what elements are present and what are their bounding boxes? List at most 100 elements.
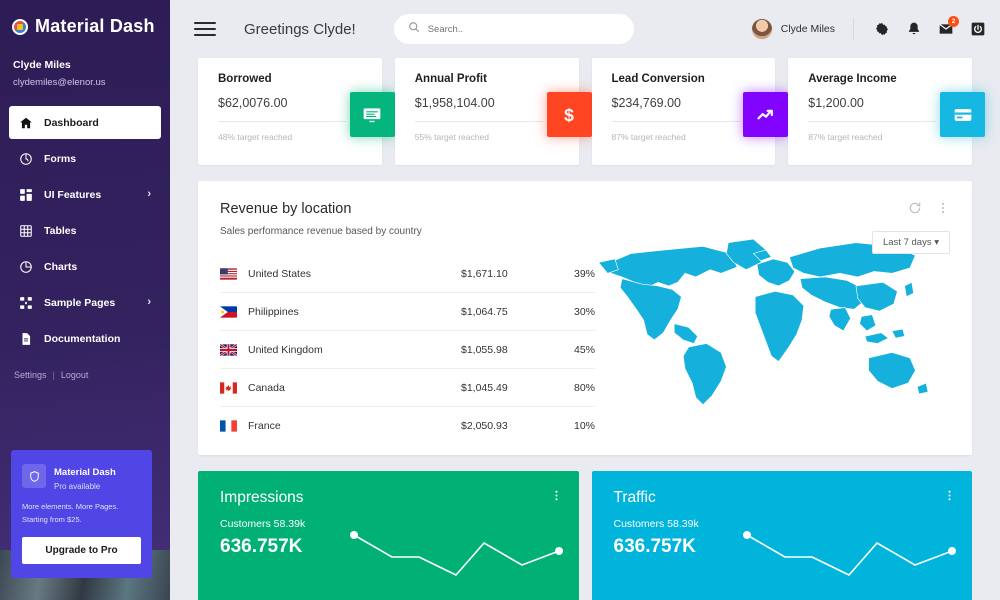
stat-value: $1,200.00 — [808, 96, 956, 110]
country-amount: $1,055.98 — [461, 344, 551, 356]
sidebar-user-block: Clyde Miles clydemiles@elenor.us — [0, 37, 170, 98]
monitor-icon — [350, 92, 395, 137]
sidebar-item-dashboard[interactable]: Dashboard — [9, 106, 161, 139]
sidebar-item-label: Dashboard — [44, 117, 99, 129]
country-name: Philippines — [248, 306, 461, 318]
sidebar-item-documentation[interactable]: Documentation — [9, 322, 161, 355]
main-area: Greetings Clyde! Clyde Miles — [170, 0, 1000, 600]
sidebar-item-ui-features[interactable]: UI Features › — [9, 178, 161, 211]
envelope-badge: 2 — [948, 16, 959, 27]
forms-icon — [19, 152, 33, 166]
brand-name: Material Dash — [35, 16, 155, 37]
table-row[interactable]: Philippines $1,064.75 30% — [220, 293, 595, 331]
traffic-card: Traffic Customers 58.39k 636.757K — [592, 471, 973, 600]
country-percent: 39% — [551, 268, 595, 280]
dollar-icon: $ — [547, 92, 592, 137]
table-row[interactable]: France $2,050.93 10% — [220, 407, 595, 445]
kebab-menu-icon[interactable] — [550, 489, 563, 507]
sidebar-item-sample-pages[interactable]: Sample Pages › — [9, 286, 161, 319]
refresh-icon[interactable] — [908, 201, 922, 220]
sidebar-item-label: Sample Pages — [44, 297, 115, 309]
revenue-subtitle: Sales performance revenue based by count… — [220, 226, 595, 237]
sidebar-item-label: Tables — [44, 225, 76, 237]
power-icon[interactable] — [970, 21, 986, 37]
revenue-left-panel: Revenue by location Sales performance re… — [220, 201, 595, 455]
sidebar-item-forms[interactable]: Forms — [9, 142, 161, 175]
impressions-sparkline — [344, 513, 579, 583]
brand[interactable]: Material Dash — [0, 0, 170, 37]
topbar: Greetings Clyde! Clyde Miles — [170, 0, 1000, 58]
table-row[interactable]: United Kingdom $1,055.98 45% — [220, 331, 595, 369]
envelope-icon[interactable]: 2 — [938, 21, 954, 37]
country-name: Canada — [248, 382, 461, 394]
stat-value: $1,958,104.00 — [415, 96, 563, 110]
stat-title: Lead Conversion — [612, 73, 760, 85]
kebab-menu-icon[interactable] — [943, 489, 956, 507]
revenue-by-location-card: Revenue by location Sales performance re… — [198, 181, 972, 455]
country-percent: 80% — [551, 382, 595, 394]
settings-link[interactable]: Settings — [14, 370, 47, 380]
flag-ph-icon — [220, 306, 237, 318]
country-percent: 45% — [551, 344, 595, 356]
card-title: Impressions — [220, 489, 559, 507]
stat-card-borrowed: Borrowed $62,0076.00 48% target reached — [198, 58, 382, 165]
promo-header: Material Dash Pro available — [22, 462, 141, 491]
revenue-title: Revenue by location — [220, 201, 595, 217]
table-row[interactable]: Canada $1,045.49 80% — [220, 369, 595, 407]
profile-name: Clyde Miles — [781, 23, 835, 35]
shield-icon — [22, 464, 46, 488]
pie-chart-icon — [19, 260, 33, 274]
country-percent: 10% — [551, 420, 595, 432]
revenue-card-actions — [908, 201, 950, 220]
stat-title: Annual Profit — [415, 73, 563, 85]
date-range-label: Last 7 days — [883, 237, 932, 248]
promo-line-1: More elements. More Pages. — [22, 502, 118, 511]
stat-card-lead-conversion: Lead Conversion $234,769.00 87% target r… — [592, 58, 776, 165]
sidebar-item-charts[interactable]: Charts — [9, 250, 161, 283]
search-input[interactable] — [428, 24, 620, 35]
chevron-down-icon: ▾ — [934, 237, 939, 248]
sidebar-sub-links: Settings | Logout — [0, 358, 170, 380]
sidebar-item-tables[interactable]: Tables — [9, 214, 161, 247]
card-title: Traffic — [614, 489, 953, 507]
hamburger-icon[interactable] — [194, 22, 216, 36]
kebab-menu-icon[interactable] — [936, 201, 950, 220]
search-box[interactable] — [394, 14, 634, 44]
table-icon — [19, 224, 33, 238]
stat-card-annual-profit: Annual Profit $1,958,104.00 55% target r… — [395, 58, 579, 165]
divider — [612, 121, 740, 122]
promo-subtitle: Pro available — [54, 482, 116, 491]
topbar-icons: 2 — [854, 21, 986, 37]
promo-line-2: Starting from $25. — [22, 515, 82, 524]
stat-value: $234,769.00 — [612, 96, 760, 110]
topbar-right: Clyde Miles 2 — [751, 18, 986, 40]
sidebar-user-email: clydemiles@elenor.us — [13, 77, 170, 88]
divider — [808, 121, 936, 122]
content: Borrowed $62,0076.00 48% target reached … — [170, 58, 1000, 600]
table-row[interactable]: United States $1,671.10 39% — [220, 255, 595, 293]
impressions-card: Impressions Customers 58.39k 636.757K — [198, 471, 579, 600]
stat-note: 87% target reached — [808, 132, 956, 142]
divider — [415, 121, 543, 122]
divider — [218, 121, 346, 122]
promo-title: Material Dash — [54, 467, 116, 478]
stat-note: 87% target reached — [612, 132, 760, 142]
profile-menu[interactable]: Clyde Miles — [751, 18, 854, 40]
gear-icon[interactable] — [874, 21, 890, 37]
chevron-right-icon: › — [147, 297, 151, 308]
date-range-select[interactable]: Last 7 days ▾ — [872, 231, 950, 254]
stat-title: Borrowed — [218, 73, 366, 85]
country-amount: $1,671.10 — [461, 268, 551, 280]
logout-link[interactable]: Logout — [61, 370, 89, 380]
sidebar-user-name: Clyde Miles — [13, 59, 170, 71]
home-icon — [19, 116, 33, 130]
sidebar-item-label: Documentation — [44, 333, 120, 345]
stat-note: 48% target reached — [218, 132, 366, 142]
sample-pages-icon — [19, 296, 33, 310]
credit-card-icon — [940, 92, 985, 137]
upgrade-to-pro-button[interactable]: Upgrade to Pro — [22, 537, 141, 564]
bell-icon[interactable] — [906, 21, 922, 37]
trending-up-icon — [743, 92, 788, 137]
flag-fr-icon — [220, 420, 237, 432]
promo-description: More elements. More Pages. Starting from… — [22, 500, 141, 526]
